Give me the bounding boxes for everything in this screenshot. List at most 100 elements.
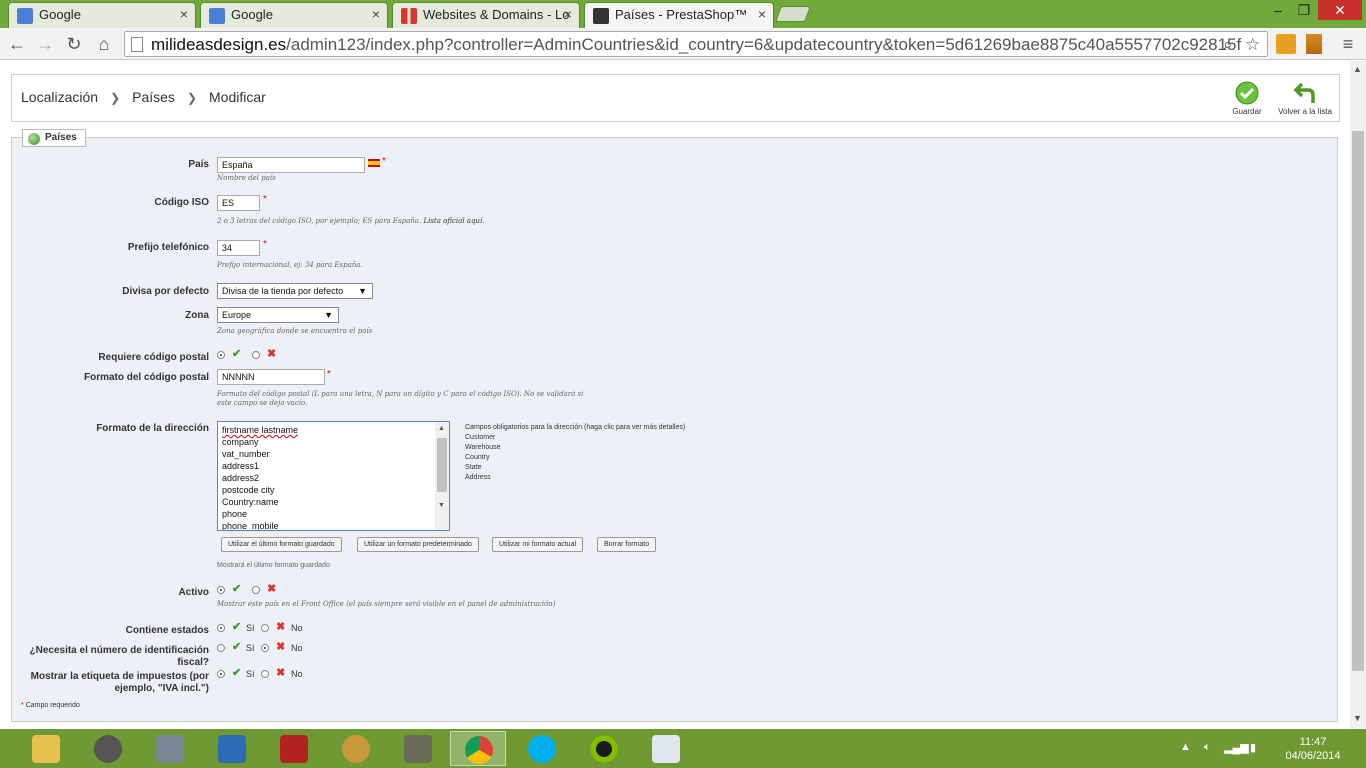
taskbar-gimp[interactable] <box>390 731 446 766</box>
scroll-up-icon[interactable]: ▲ <box>1353 64 1362 74</box>
need-vat-no-radio[interactable] <box>261 644 269 652</box>
menu-icon[interactable]: ≡ <box>1336 32 1360 56</box>
spain-flag-icon[interactable] <box>368 159 380 167</box>
required-field-link[interactable]: Customer <box>465 433 685 443</box>
required-address-fields: Campos obligatorios para la dirección (h… <box>465 423 685 483</box>
required-field-link[interactable]: Address <box>465 473 685 483</box>
scroll-down-icon[interactable]: ▼ <box>438 500 445 512</box>
browser-tab-strip: Google × Google × Websites & Domains - L… <box>0 0 1366 28</box>
currency-select[interactable]: Divisa de la tienda por defecto ▼ <box>217 283 373 299</box>
battery-icon[interactable]: ▮ <box>1250 741 1256 754</box>
scroll-up-icon[interactable]: ▲ <box>438 423 445 435</box>
needs-zip-no-radio[interactable] <box>252 351 260 359</box>
taskbar-notes-app[interactable] <box>638 731 694 766</box>
extension-chart-icon[interactable] <box>1276 34 1296 54</box>
folder-icon <box>32 735 60 763</box>
required-field-link[interactable]: Warehouse <box>465 443 685 453</box>
address-bar[interactable]: milideasdesign.es/admin123/index.php?con… <box>124 31 1268 57</box>
back-arrow-icon[interactable]: ← <box>5 32 29 56</box>
required-field-link[interactable]: Country <box>465 453 685 463</box>
breadcrumb: Localización ❯ Países ❯ Modificar <box>21 89 266 105</box>
bookmark-star-icon[interactable]: ☆ <box>1245 35 1260 55</box>
browser-tab-active[interactable]: Países - PrestaShop™ × <box>584 2 774 28</box>
active-yes-radio[interactable] <box>217 586 225 594</box>
contains-states-yes-radio[interactable] <box>217 624 225 632</box>
page-header: Localización ❯ Países ❯ Modificar Guardar Vo… <box>11 74 1340 122</box>
browser-tab[interactable]: Google × <box>8 2 196 28</box>
reload-icon[interactable]: ↻ <box>62 32 86 56</box>
browser-tab[interactable]: Websites & Domains - Lo × <box>392 2 580 28</box>
tab-close-icon[interactable]: × <box>180 6 188 22</box>
display-tax-no-radio[interactable] <box>261 670 269 678</box>
address-format-line: postcode city <box>222 485 275 495</box>
textarea-scrollbar[interactable]: ▲ ▼ <box>435 422 449 530</box>
restore-icon[interactable]: ❐ <box>1292 0 1316 20</box>
tab-close-icon[interactable]: × <box>564 6 572 22</box>
tab-close-icon[interactable]: × <box>758 6 766 22</box>
new-tab-button[interactable] <box>775 6 811 22</box>
breadcrumb-item[interactable]: Países <box>132 89 175 105</box>
extension-tool-icon[interactable] <box>1306 34 1322 54</box>
page-scroll-thumb[interactable] <box>1352 131 1364 671</box>
contains-states-no-radio[interactable] <box>261 624 269 632</box>
iso-official-list-link[interactable]: Lista oficial aquí <box>423 217 482 225</box>
globe-icon <box>28 133 40 145</box>
zoom-icon[interactable]: ⌕ <box>1223 35 1233 55</box>
window-close-icon[interactable]: ✕ <box>1318 0 1362 20</box>
display-tax-yes-radio[interactable] <box>217 670 225 678</box>
required-field-link[interactable]: State <box>465 463 685 473</box>
spotify-icon <box>590 735 618 763</box>
breadcrumb-item[interactable]: Localización <box>21 89 98 105</box>
browser-tab[interactable]: Google × <box>200 2 388 28</box>
country-name-input[interactable] <box>217 157 365 173</box>
scroll-down-icon[interactable]: ▼ <box>1353 713 1362 723</box>
tab-close-icon[interactable]: × <box>372 6 380 22</box>
address-format-textarea[interactable]: firstname lastname company vat_number ad… <box>217 421 450 531</box>
check-icon: ✔ <box>232 621 242 633</box>
save-button[interactable]: Guardar <box>1217 81 1277 116</box>
page-scrollbar[interactable]: ▲ ▼ <box>1350 61 1366 729</box>
plesk-favicon-icon <box>401 8 417 24</box>
iso-hint: 2 o 3 letras del código ISO, por ejemplo… <box>217 217 485 225</box>
volume-icon[interactable]: 🔈︎ <box>1204 741 1211 754</box>
tray-expand-icon[interactable]: ▲ <box>1180 741 1191 753</box>
yes-label: Sí <box>246 643 255 653</box>
zip-format-label: Formato del código postal <box>83 372 209 383</box>
system-clock[interactable]: 11:47 04/06/2014 <box>1282 735 1344 763</box>
taskbar-chrome[interactable] <box>450 731 506 766</box>
browser-tab-title: Países - PrestaShop™ <box>615 7 748 22</box>
breadcrumb-item: Modificar <box>209 89 266 105</box>
need-vat-yes-radio[interactable] <box>217 644 225 652</box>
taskbar-speaker-app[interactable] <box>80 731 136 766</box>
taskbar-skype[interactable] <box>514 731 570 766</box>
url-text: milideasdesign.es/admin123/index.php?con… <box>151 35 1242 54</box>
forward-arrow-icon[interactable]: → <box>33 32 57 56</box>
taskbar-doc-app[interactable] <box>142 731 198 766</box>
network-signal-icon[interactable]: ▂▄▆ <box>1224 741 1249 754</box>
taskbar-file-explorer[interactable] <box>18 731 74 766</box>
minimize-icon[interactable]: – <box>1266 0 1290 20</box>
taskbar-disc-app[interactable] <box>328 731 384 766</box>
active-no-radio[interactable] <box>252 586 260 594</box>
yes-label: Sí <box>246 623 255 633</box>
needs-zip-yes-radio[interactable] <box>217 351 225 359</box>
zone-select[interactable]: Europe ▼ <box>217 307 339 323</box>
phone-prefix-input[interactable] <box>217 240 260 256</box>
taskbar-settings-app[interactable] <box>204 731 260 766</box>
use-last-saved-format-button[interactable]: Utilizar el último formato guardado <box>221 537 342 552</box>
taskbar-power-app[interactable] <box>266 731 322 766</box>
required-star: * <box>382 156 386 167</box>
textarea-scroll-thumb[interactable] <box>437 438 447 492</box>
country-label: País <box>188 159 209 170</box>
back-to-list-button[interactable]: Volver a la lista <box>1275 81 1335 116</box>
yes-label: Sí <box>246 669 255 679</box>
home-icon[interactable]: ⌂ <box>92 32 116 56</box>
zip-format-input[interactable] <box>217 369 325 385</box>
iso-code-input[interactable] <box>217 195 260 211</box>
taskbar-spotify[interactable] <box>576 731 632 766</box>
required-fields-title: Campos obligatorios para la dirección (h… <box>465 424 686 431</box>
clear-format-button[interactable]: Borrar formato <box>597 537 657 552</box>
use-current-format-button[interactable]: Utilizar mi formato actual <box>492 537 584 552</box>
page-icon <box>131 37 143 52</box>
use-default-format-button[interactable]: Utilizar un formato predeterminado <box>357 537 479 552</box>
